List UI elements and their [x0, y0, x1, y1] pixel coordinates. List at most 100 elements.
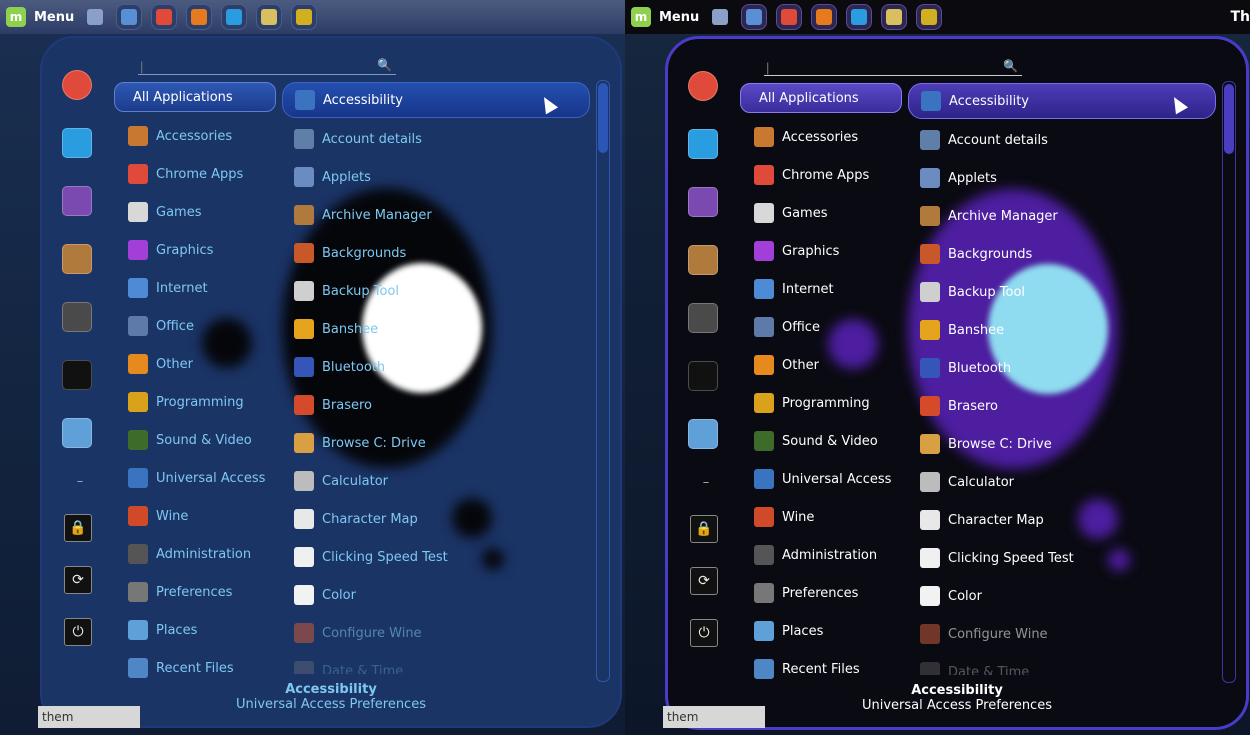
favorite-settings-icon[interactable]: [60, 300, 94, 334]
application-item[interactable]: Configure Wine: [282, 614, 590, 652]
logout-icon[interactable]: ⟳: [64, 566, 92, 594]
category-item[interactable]: Chrome Apps: [114, 155, 276, 193]
favorite-folder-icon[interactable]: [686, 417, 720, 451]
application-item[interactable]: Account details: [282, 120, 590, 158]
application-item[interactable]: Calculator: [908, 463, 1216, 501]
category-item[interactable]: Other: [114, 345, 276, 383]
favorite-folder-icon[interactable]: [60, 416, 94, 450]
application-item[interactable]: Backgrounds: [282, 234, 590, 272]
menu-button[interactable]: m Menu: [631, 0, 699, 34]
chrome-icon[interactable]: [776, 4, 803, 30]
show-desktop-icon[interactable]: [708, 5, 732, 29]
files-icon[interactable]: [741, 4, 768, 30]
category-item[interactable]: Places: [114, 611, 276, 649]
category-item[interactable]: Graphics: [740, 232, 902, 270]
system-monitor-icon[interactable]: [916, 4, 943, 30]
category-item[interactable]: All Applications: [114, 82, 276, 112]
applications-scrollbar[interactable]: [1222, 81, 1236, 683]
lock-icon[interactable]: 🔒: [64, 514, 92, 542]
chrome-icon[interactable]: [151, 4, 178, 30]
category-item[interactable]: Internet: [740, 270, 902, 308]
scrollbar-thumb[interactable]: [1224, 84, 1234, 154]
application-item[interactable]: Applets: [282, 158, 590, 196]
application-item[interactable]: Date & Time: [282, 652, 590, 674]
search-box[interactable]: 🔍: [138, 58, 396, 75]
category-item[interactable]: Sound & Video: [740, 422, 902, 460]
favorite-terminal-icon[interactable]: [60, 358, 94, 392]
application-item[interactable]: Browse C: Drive: [908, 425, 1216, 463]
power-icon[interactable]: ⏻: [690, 619, 718, 647]
favorite-chrome-icon[interactable]: [686, 69, 720, 103]
system-monitor-icon[interactable]: [291, 4, 318, 30]
menu-button[interactable]: m Menu: [6, 0, 74, 34]
category-item[interactable]: Sound & Video: [114, 421, 276, 459]
power-icon[interactable]: ⏻: [64, 618, 92, 646]
category-item[interactable]: Universal Access: [114, 459, 276, 497]
lock-icon[interactable]: 🔒: [690, 515, 718, 543]
category-item[interactable]: Other: [740, 346, 902, 384]
application-item[interactable]: Backgrounds: [908, 235, 1216, 273]
category-item[interactable]: Programming: [740, 384, 902, 422]
application-item[interactable]: Clicking Speed Test: [282, 538, 590, 576]
application-item[interactable]: Color: [282, 576, 590, 614]
favorite-viber-icon[interactable]: [60, 184, 94, 218]
category-item[interactable]: Wine: [114, 497, 276, 535]
favorite-viber-icon[interactable]: [686, 185, 720, 219]
category-item[interactable]: Chrome Apps: [740, 156, 902, 194]
clapper-icon[interactable]: [881, 4, 908, 30]
favorite-skype-icon[interactable]: [686, 127, 720, 161]
application-item[interactable]: Calculator: [282, 462, 590, 500]
application-item[interactable]: Banshee: [908, 311, 1216, 349]
application-item[interactable]: Character Map: [282, 500, 590, 538]
application-item[interactable]: Archive Manager: [908, 197, 1216, 235]
application-item[interactable]: Color: [908, 577, 1216, 615]
application-item[interactable]: Brasero: [908, 387, 1216, 425]
application-item[interactable]: Clicking Speed Test: [908, 539, 1216, 577]
search-input[interactable]: [138, 58, 372, 75]
category-item[interactable]: Places: [740, 612, 902, 650]
logout-icon[interactable]: ⟳: [690, 567, 718, 595]
show-desktop-icon[interactable]: [83, 5, 107, 29]
application-item[interactable]: Date & Time: [908, 653, 1216, 675]
category-item[interactable]: Games: [740, 194, 902, 232]
application-item[interactable]: Applets: [908, 159, 1216, 197]
category-item[interactable]: Accessories: [740, 118, 902, 156]
category-item[interactable]: Accessories: [114, 117, 276, 155]
application-item[interactable]: Browse C: Drive: [282, 424, 590, 462]
application-item[interactable]: Backup Tool: [282, 272, 590, 310]
applications-scrollbar[interactable]: [596, 80, 610, 682]
scrollbar-thumb[interactable]: [598, 83, 608, 153]
application-item[interactable]: Banshee: [282, 310, 590, 348]
category-item[interactable]: Administration: [114, 535, 276, 573]
category-item[interactable]: All Applications: [740, 83, 902, 113]
search-box[interactable]: 🔍: [764, 59, 1022, 76]
application-item[interactable]: Bluetooth: [908, 349, 1216, 387]
favorite-skype-icon[interactable]: [60, 126, 94, 160]
category-item[interactable]: Office: [114, 307, 276, 345]
skype-icon[interactable]: [221, 4, 248, 30]
category-item[interactable]: Preferences: [114, 573, 276, 611]
category-item[interactable]: Universal Access: [740, 460, 902, 498]
clapper-icon[interactable]: [256, 4, 283, 30]
category-item[interactable]: Programming: [114, 383, 276, 421]
application-item[interactable]: Configure Wine: [908, 615, 1216, 653]
favorite-chrome-icon[interactable]: [60, 68, 94, 102]
category-item[interactable]: Preferences: [740, 574, 902, 612]
application-item[interactable]: Backup Tool: [908, 273, 1216, 311]
application-item[interactable]: Brasero: [282, 386, 590, 424]
favorite-terminal-icon[interactable]: [686, 359, 720, 393]
favorite-archive-icon[interactable]: [60, 242, 94, 276]
category-item[interactable]: Office: [740, 308, 902, 346]
category-item[interactable]: Games: [114, 193, 276, 231]
category-item[interactable]: Internet: [114, 269, 276, 307]
application-item[interactable]: Account details: [908, 121, 1216, 159]
application-item[interactable]: Bluetooth: [282, 348, 590, 386]
application-item[interactable]: Character Map: [908, 501, 1216, 539]
category-item[interactable]: Administration: [740, 536, 902, 574]
application-item[interactable]: Archive Manager: [282, 196, 590, 234]
firefox-icon[interactable]: [811, 4, 838, 30]
search-input[interactable]: [764, 59, 998, 76]
files-icon[interactable]: [116, 4, 143, 30]
category-item[interactable]: Graphics: [114, 231, 276, 269]
firefox-icon[interactable]: [186, 4, 213, 30]
